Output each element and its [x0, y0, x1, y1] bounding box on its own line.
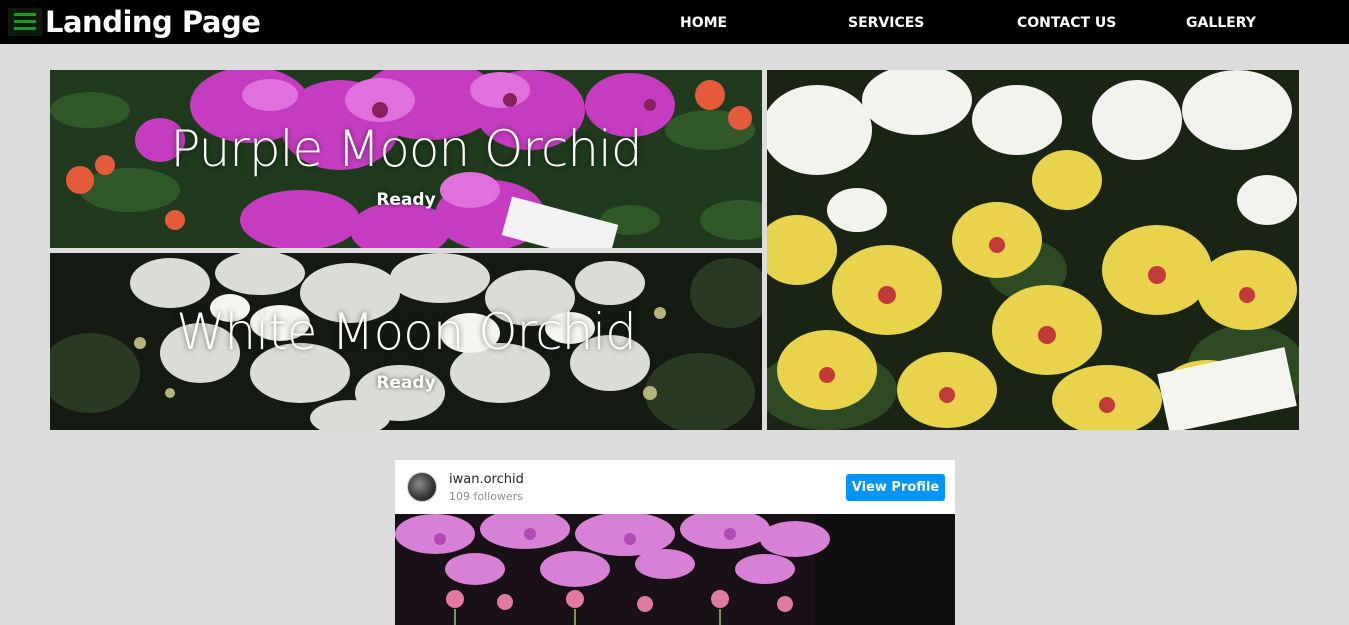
gallery-tile-purple-orchid[interactable]: Purple Moon Orchid Ready: [50, 70, 762, 248]
nav-contact-us[interactable]: CONTACT US: [1017, 0, 1116, 44]
nav-home[interactable]: HOME: [680, 0, 727, 44]
tile-title: White Moon Orchid: [176, 303, 637, 361]
instagram-username[interactable]: iwan.orchid: [449, 472, 524, 487]
tile-title: Purple Moon Orchid: [170, 120, 642, 178]
brand-title[interactable]: Landing Page: [45, 4, 261, 40]
tile-subtitle: Ready: [376, 373, 436, 393]
pink-orchid-photo: [395, 514, 955, 625]
instagram-followers: 109 followers: [449, 490, 523, 503]
instagram-embed: iwan.orchid 109 followers View Profile: [395, 460, 955, 625]
nav-gallery[interactable]: GALLERY: [1186, 0, 1256, 44]
view-profile-button[interactable]: View Profile: [846, 474, 945, 501]
hamburger-menu-icon[interactable]: [8, 8, 42, 36]
gallery-tile-white-orchid[interactable]: White Moon Orchid Ready: [50, 253, 762, 430]
tile-subtitle: Ready: [376, 190, 436, 210]
nav-services[interactable]: SERVICES: [848, 0, 924, 44]
instagram-post-photo[interactable]: [395, 514, 955, 625]
navbar: Landing Page HOME SERVICES CONTACT US GA…: [0, 0, 1349, 44]
gallery-tile-yellow-orchid[interactable]: [767, 70, 1299, 430]
avatar[interactable]: [407, 472, 437, 502]
yellow-orchid-photo: [767, 70, 1299, 430]
